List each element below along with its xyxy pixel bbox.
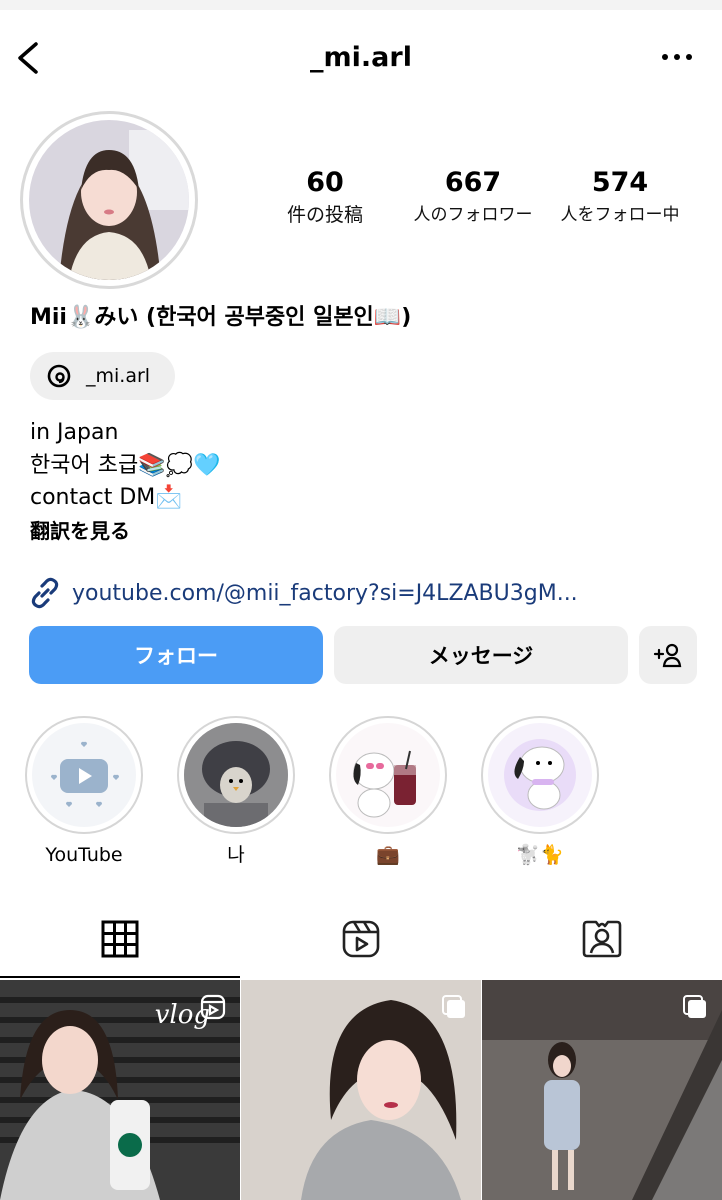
tagged-icon (582, 920, 622, 958)
highlight-travel[interactable]: 💼 (329, 716, 447, 868)
threads-icon (47, 364, 71, 388)
tab-tagged[interactable] (482, 900, 722, 978)
highlight-youtube[interactable]: YouTube (25, 716, 143, 868)
threads-handle: _mi.arl (86, 365, 151, 387)
youtube-heart-icon (50, 741, 120, 807)
profile-header: _mi.arl (0, 30, 722, 88)
status-bar (0, 0, 722, 10)
link-icon (31, 577, 59, 609)
tab-grid[interactable] (0, 900, 240, 978)
story-highlights: YouTube 나 💼 🐩🐈 (0, 716, 722, 876)
add-person-icon (653, 643, 682, 668)
link-url: youtube.com/@mii_factory?si=J4LZABU3gM..… (72, 580, 578, 606)
pochacco-icon (504, 739, 576, 811)
post-thumbnail[interactable] (482, 980, 722, 1200)
bio-line: 한국어 초급📚💭🩵 (30, 452, 221, 478)
follow-button[interactable]: フォロー (29, 626, 323, 684)
reel-icon (200, 994, 226, 1020)
avatar[interactable] (20, 111, 198, 289)
post-thumbnail[interactable]: vlog (0, 980, 240, 1200)
bio-line: in Japan (30, 420, 119, 445)
highlight-label: YouTube (45, 844, 123, 866)
more-options-icon[interactable] (662, 54, 692, 60)
bio-line: contact DM📩 (30, 485, 183, 510)
reels-icon (342, 920, 380, 958)
profile-link[interactable]: youtube.com/@mii_factory?si=J4LZABU3gM..… (28, 576, 578, 610)
see-translation-link[interactable]: 翻訳を見る (30, 515, 220, 548)
profile-tabs (0, 900, 722, 978)
bio: in Japan 한국어 초급📚💭🩵 contact DM📩 翻訳を見る (30, 417, 220, 547)
followers-count[interactable]: 667 人のフォロワー (400, 166, 546, 230)
highlight-label: 나 (227, 844, 245, 866)
highlight-me[interactable]: 나 (177, 716, 295, 868)
posts-grid: vlog (0, 980, 722, 1200)
tab-reels[interactable] (241, 900, 481, 978)
message-button[interactable]: メッセージ (334, 626, 628, 684)
grid-icon (101, 920, 139, 958)
avatar-photo (29, 120, 189, 280)
pochacco-drink-icon (353, 750, 416, 818)
threads-badge[interactable]: _mi.arl (30, 352, 175, 400)
carousel-icon (442, 995, 465, 1018)
highlight-label: 🐩🐈 (516, 844, 564, 866)
following-count[interactable]: 574 人をフォロー中 (550, 166, 690, 230)
post-thumbnail[interactable] (241, 980, 481, 1200)
page-title: _mi.arl (310, 42, 412, 73)
highlight-pets[interactable]: 🐩🐈 (481, 716, 599, 868)
highlight-photo (184, 723, 288, 827)
highlight-label: 💼 (376, 844, 400, 866)
suggested-users-button[interactable] (639, 626, 697, 684)
carousel-icon (683, 995, 706, 1018)
display-name: Mii🐰みい (한국어 공부중인 일본인📖) (30, 305, 412, 330)
posts-count[interactable]: 60 件の投稿 (265, 166, 385, 230)
